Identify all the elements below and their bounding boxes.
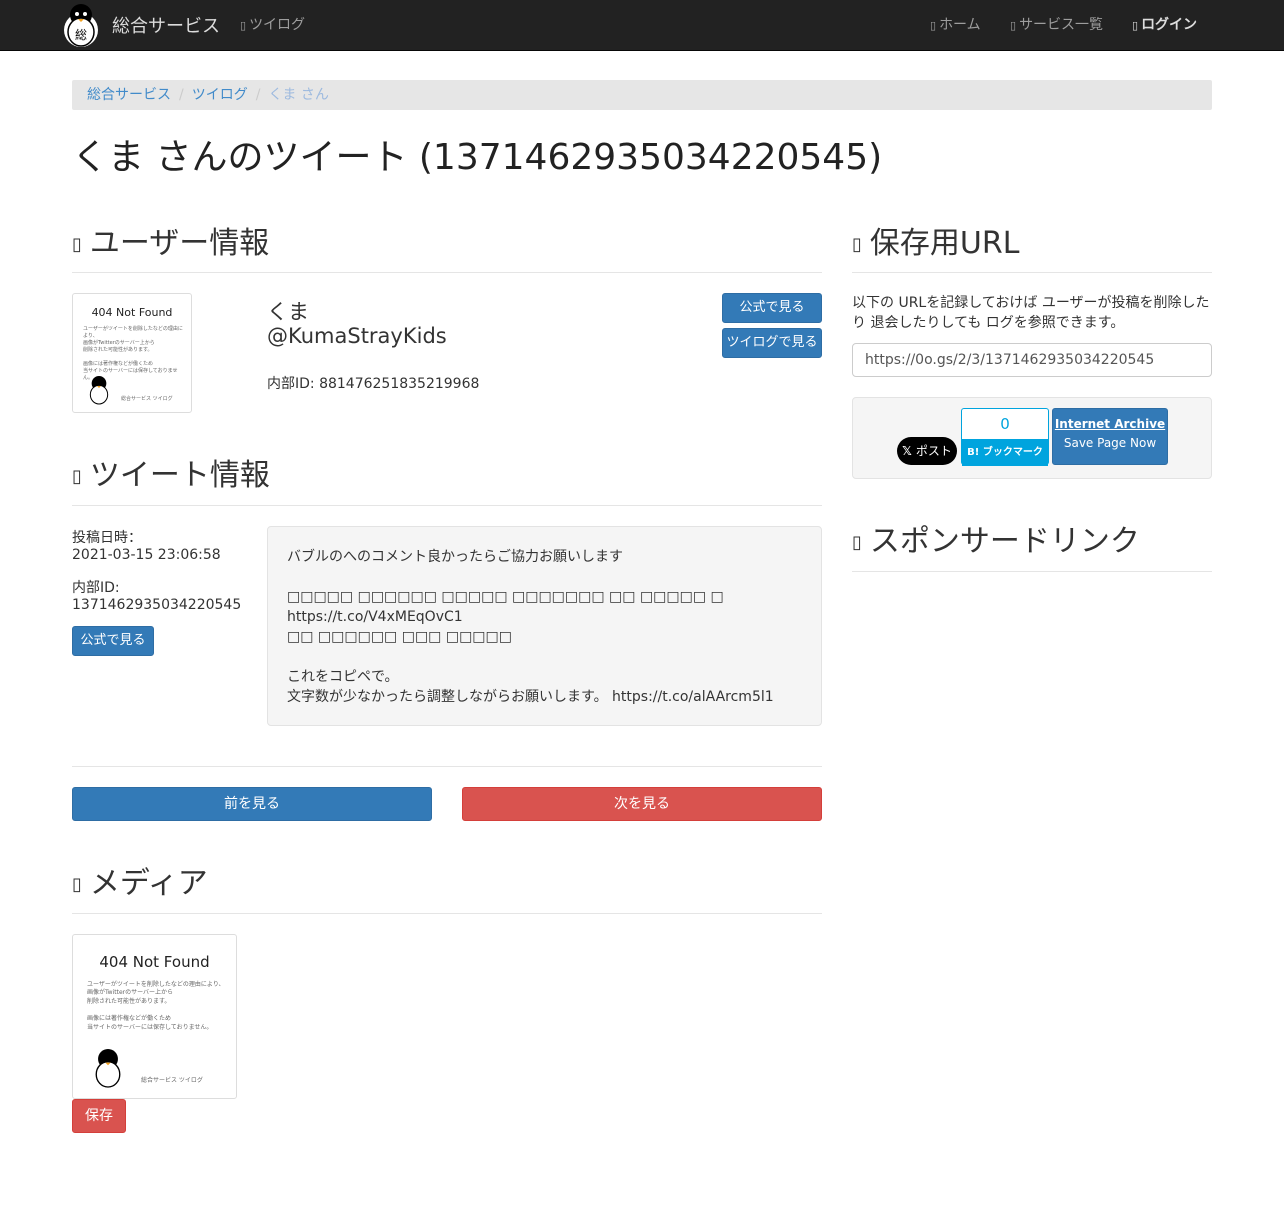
tweet-id-label: 内部ID: xyxy=(72,580,120,596)
brand-text: 総合サービス xyxy=(112,16,220,37)
media-line: 画像がTwitterのサーバー上から xyxy=(87,989,174,997)
save-media-button[interactable]: 保存 xyxy=(72,1099,126,1133)
media-line: 当サイトのサーバーには保存しておりません。 xyxy=(87,1023,213,1031)
breadcrumb-item-home[interactable]: 総合サービス xyxy=(87,87,171,103)
avatar-line: 画像がTwitterのサーバー上から xyxy=(83,340,155,346)
nav-services-label: サービス一覧 xyxy=(1019,17,1104,33)
nav-home[interactable]: ▯ ホーム xyxy=(930,0,981,50)
ia-subtitle: Save Page Now xyxy=(1063,436,1157,450)
tweet-line: バブルのへのコメント良かったらご協力お願いします xyxy=(287,549,623,565)
media-404-text: ユーザーがツイートを削除したなどの理由により、 画像がTwitterのサーバー上… xyxy=(87,981,232,1032)
avatar-404-title: 404 Not Found xyxy=(91,306,173,319)
hatena-label: B! ブックマーク xyxy=(962,439,1048,466)
user-icon: ▯ xyxy=(72,234,82,255)
breadcrumb-separator: / xyxy=(179,87,184,103)
media-footer: 総合サービス ツイログ xyxy=(141,1077,203,1084)
avatar-line: 削除された可能性があります。 xyxy=(83,347,153,353)
breadcrumb-item-twilog[interactable]: ツイログ xyxy=(192,87,248,103)
tweet-line: □□□□□ □□□□□□ □□□□□ □□□□□□□ □□ □□□□□ □ xyxy=(287,589,724,605)
penguin-icon xyxy=(95,1049,121,1088)
picture-icon: ▯ xyxy=(72,874,82,895)
user-avatar: 404 Not Found ユーザーがツイートを削除したなどの理由により、 画像… xyxy=(72,293,192,413)
breadcrumb-separator: / xyxy=(255,87,261,103)
avatar-line: ユーザーがツイートを削除したなどの理由により、 xyxy=(83,326,183,339)
user-name: くま xyxy=(267,300,309,324)
user-info-heading-text: ユーザー情報 xyxy=(89,226,270,261)
hatena-bookmark-button[interactable]: 0 B! ブックマーク xyxy=(961,408,1049,466)
sponsor-heading: ▯ スポンサードリンク xyxy=(852,516,1140,560)
next-button[interactable]: 次を見る xyxy=(462,787,822,821)
nav-twilog-label: ツイログ xyxy=(249,17,306,33)
user-official-button[interactable]: 公式で見る xyxy=(722,293,822,323)
tweet-link[interactable]: https://t.co/V4xMEqOvC1 xyxy=(287,607,802,627)
user-info-heading: ▯ ユーザー情報 xyxy=(72,218,269,262)
user-internal-id: 内部ID: 881476251835219968 xyxy=(267,376,480,392)
brand-link[interactable]: 総 総合サービス xyxy=(60,0,220,50)
breadcrumb-item-user: くま さん xyxy=(268,87,329,103)
avatar-line: 画像には著作権などが働くため xyxy=(83,361,154,367)
home-icon: ▯ xyxy=(930,19,937,32)
tweet-line xyxy=(287,647,802,667)
divider xyxy=(852,272,1212,273)
x-post-button[interactable]: 𝕏 ポスト xyxy=(897,437,957,465)
media-heading-text: メディア xyxy=(89,866,208,901)
nav-login-label: ログイン xyxy=(1141,17,1198,33)
posted-value: 2021-03-15 23:06:58 xyxy=(72,547,221,563)
svg-text:総: 総 xyxy=(75,28,87,42)
tweet-official-button[interactable]: 公式で見る xyxy=(72,626,154,656)
media-heading: ▯ メディア xyxy=(72,858,208,902)
tweet-line xyxy=(287,567,802,587)
tweet-line: □□ □□□□□□ □□□ □□□□□ xyxy=(287,629,512,645)
media-image[interactable]: 404 Not Found ユーザーがツイートを削除したなどの理由により、 画像… xyxy=(72,934,237,1099)
tweet-info-heading: ▯ ツイート情報 xyxy=(72,450,270,494)
login-icon: ▯ xyxy=(1132,19,1139,32)
breadcrumb: 総合サービス / ツイログ / くま さん xyxy=(72,80,1212,110)
nav-login[interactable]: ▯ ログイン xyxy=(1132,0,1197,50)
nav-home-label: ホーム xyxy=(939,17,981,33)
x-icon: 𝕏 xyxy=(902,444,912,458)
avatar-footer: 総合サービス ツイログ xyxy=(121,396,173,402)
tweet-body: バブルのへのコメント良かったらご協力お願いします □□□□□ □□□□□□ □□… xyxy=(267,526,822,726)
tweet-id-value: 1371462935034220545 xyxy=(72,597,242,613)
ia-title: Internet Archive xyxy=(1054,417,1166,431)
media-line: 画像には著作権などが働くため xyxy=(87,1015,172,1023)
comment-icon: ▯ xyxy=(240,19,247,32)
nav-twilog[interactable]: ▯ ツイログ xyxy=(240,0,305,50)
tweet-line: これをコピペで。 xyxy=(287,669,399,685)
share-panel: 𝕏 ポスト 0 B! ブックマーク Internet Archive Save P… xyxy=(852,397,1212,479)
x-post-label: ポスト xyxy=(915,444,952,458)
nav-services[interactable]: ▯ サービス一覧 xyxy=(1010,0,1103,50)
divider xyxy=(72,766,822,767)
save-url-heading: ▯ 保存用URL xyxy=(852,218,1019,262)
tweet-line: 文字数が少なかったら調整しながらお願いします。 https://t.co/alA… xyxy=(287,689,774,705)
posted-label: 投稿日時： xyxy=(72,530,142,546)
twitter-icon: ▯ xyxy=(72,466,82,487)
tweet-info-heading-text: ツイート情報 xyxy=(89,458,270,493)
ad-icon: ▯ xyxy=(852,532,862,553)
user-handle: @KumaStrayKids xyxy=(267,324,447,348)
navbar: 総 総合サービス ▯ ツイログ ▯ ホーム ▯ サービス一覧 ▯ ログイン xyxy=(0,0,1284,51)
media-404-title: 404 Not Found xyxy=(99,953,210,971)
penguin-icon xyxy=(89,376,109,405)
sponsor-heading-text: スポンサードリンク xyxy=(869,524,1140,559)
user-twilog-button[interactable]: ツイログで見る xyxy=(722,328,822,358)
list-icon: ▯ xyxy=(1010,19,1017,32)
save-url-input[interactable]: https://0o.gs/2/3/1371462935034220545 xyxy=(852,343,1212,377)
divider xyxy=(72,272,822,273)
penguin-logo-icon: 総 xyxy=(60,2,102,48)
media-line: 削除された可能性があります。 xyxy=(87,997,171,1005)
internet-archive-button[interactable]: Internet Archive Save Page Now xyxy=(1052,408,1168,465)
hatena-count: 0 xyxy=(1000,415,1010,433)
divider xyxy=(72,505,822,506)
save-url-heading-text: 保存用URL xyxy=(869,226,1020,261)
prev-button[interactable]: 前を見る xyxy=(72,787,432,821)
page-title: くま さんのツイート (1371462935034220545) xyxy=(72,137,883,178)
link-icon: ▯ xyxy=(852,234,862,255)
divider xyxy=(72,913,822,914)
save-url-description: 以下の URLを記録しておけば ユーザーが投稿を削除したり 退会したりしても ロ… xyxy=(852,295,1210,331)
divider xyxy=(852,571,1212,572)
